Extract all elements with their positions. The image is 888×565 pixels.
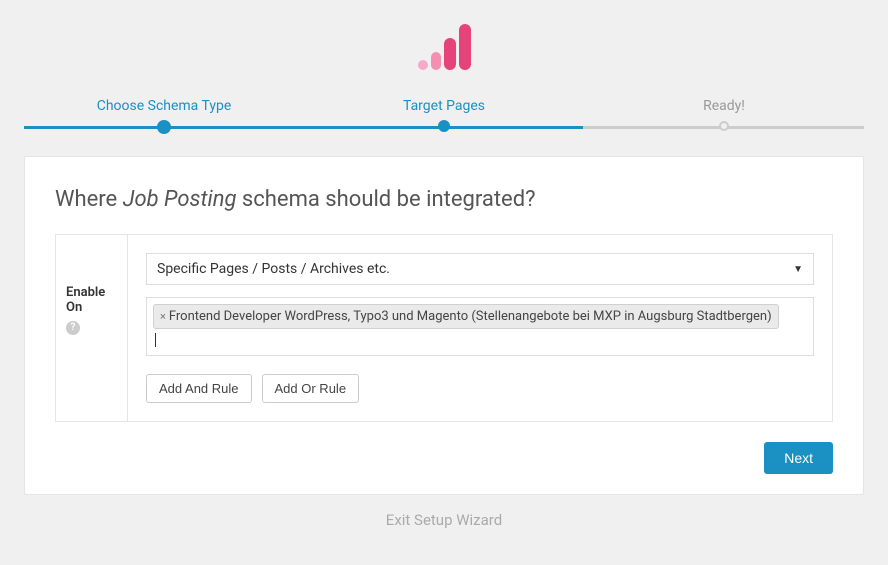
rule-box: Enable On ? Specific Pages / Posts / Arc…	[55, 234, 833, 422]
pages-multiselect[interactable]: ×Frontend Developer WordPress, Typo3 und…	[146, 297, 814, 356]
exit-wizard-link[interactable]: Exit Setup Wizard	[24, 511, 864, 529]
step-choose-schema[interactable]: Choose Schema Type	[24, 98, 304, 124]
step-label: Ready!	[584, 98, 864, 114]
add-and-rule-button[interactable]: Add And Rule	[146, 374, 252, 403]
step-label: Choose Schema Type	[24, 98, 304, 114]
step-target-pages[interactable]: Target Pages	[304, 98, 584, 124]
step-ready[interactable]: Ready!	[584, 98, 864, 124]
help-icon[interactable]: ?	[66, 321, 80, 335]
text-cursor	[155, 333, 156, 347]
rule-label: Enable On ?	[56, 235, 128, 421]
logo	[24, 20, 864, 70]
next-button[interactable]: Next	[764, 442, 833, 474]
remove-tag-icon[interactable]: ×	[160, 310, 166, 323]
main-card: Where Job Posting schema should be integ…	[24, 156, 864, 495]
add-or-rule-button[interactable]: Add Or Rule	[262, 374, 360, 403]
wizard-stepper: Choose Schema Type Target Pages Ready!	[24, 98, 864, 124]
select-value: Specific Pages / Posts / Archives etc.	[157, 261, 390, 277]
page-title: Where Job Posting schema should be integ…	[55, 187, 833, 212]
scope-select[interactable]: Specific Pages / Posts / Archives etc. ▼	[146, 253, 814, 285]
step-label: Target Pages	[304, 98, 584, 114]
selected-page-tag: ×Frontend Developer WordPress, Typo3 und…	[153, 304, 779, 329]
chevron-down-icon: ▼	[793, 264, 803, 275]
